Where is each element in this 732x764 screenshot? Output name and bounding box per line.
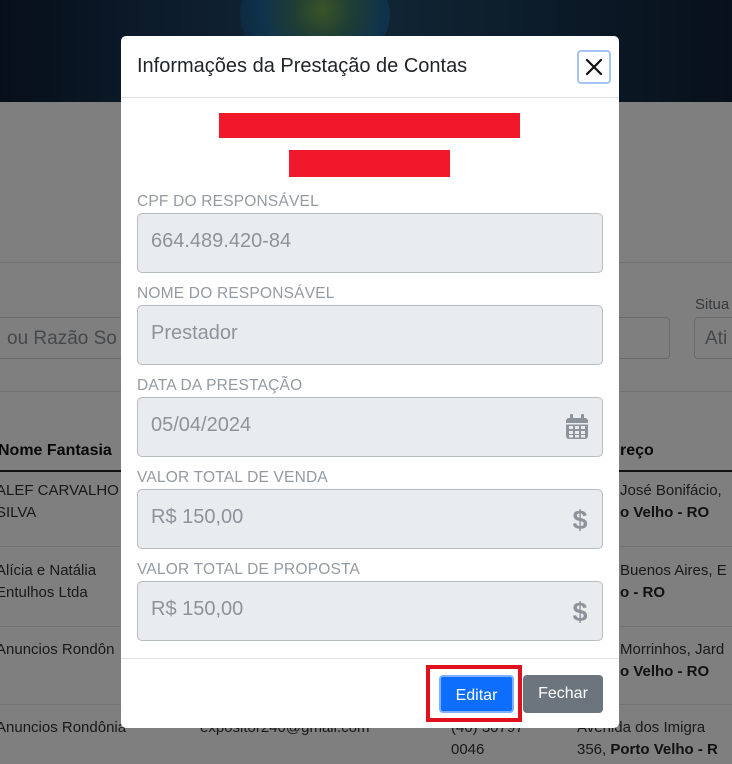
cpf-label: CPF DO RESPONSÁVEL bbox=[137, 193, 319, 210]
valor-venda-value: R$ 150,00 bbox=[151, 506, 244, 528]
valor-proposta-label: VALOR TOTAL DE PROPOSTA bbox=[137, 561, 361, 578]
cpf-value: 664.489.420-84 bbox=[151, 230, 292, 252]
redacted-block bbox=[219, 113, 520, 138]
dollar-icon: $ bbox=[571, 504, 589, 539]
calendar-icon[interactable] bbox=[565, 414, 589, 445]
nome-responsavel-label: NOME DO RESPONSÁVEL bbox=[137, 285, 335, 302]
valor-proposta-value: R$ 150,00 bbox=[151, 598, 244, 620]
nome-responsavel-value: Prestador bbox=[151, 322, 238, 344]
dollar-icon: $ bbox=[571, 596, 589, 631]
modal-header: Informações da Prestação de Contas bbox=[121, 36, 619, 98]
close-icon bbox=[585, 58, 603, 76]
valor-venda-field[interactable]: R$ 150,00 $ bbox=[137, 489, 603, 549]
edit-button[interactable]: Editar bbox=[439, 675, 514, 713]
nome-responsavel-field[interactable]: Prestador bbox=[137, 305, 603, 365]
cpf-field[interactable]: 664.489.420-84 bbox=[137, 213, 603, 273]
close-button[interactable] bbox=[577, 50, 611, 84]
modal-footer: Editar Fechar bbox=[121, 658, 619, 728]
data-prestacao-field[interactable]: 05/04/2024 bbox=[137, 397, 603, 457]
svg-text:$: $ bbox=[572, 597, 587, 626]
data-prestacao-label: DATA DA PRESTAÇÃO bbox=[137, 377, 303, 394]
redacted-block bbox=[289, 150, 450, 177]
modal-title: Informações da Prestação de Contas bbox=[137, 55, 468, 77]
svg-text:$: $ bbox=[572, 505, 587, 534]
valor-venda-label: VALOR TOTAL DE VENDA bbox=[137, 469, 328, 486]
valor-proposta-field[interactable]: R$ 150,00 $ bbox=[137, 581, 603, 641]
prestacao-contas-modal: Informações da Prestação de Contas CPF D… bbox=[121, 36, 619, 728]
data-prestacao-value: 05/04/2024 bbox=[151, 414, 252, 436]
fechar-button[interactable]: Fechar bbox=[523, 675, 603, 713]
